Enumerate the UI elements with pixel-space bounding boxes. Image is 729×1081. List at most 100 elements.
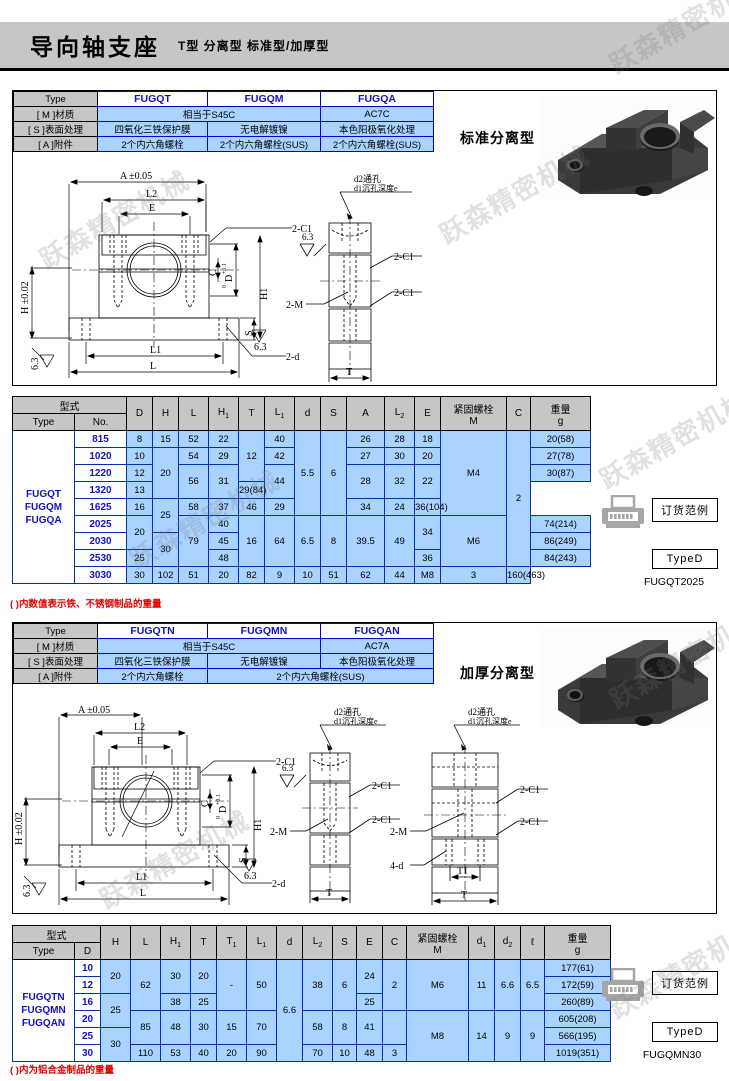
type-code: FUGQTN (97, 623, 208, 639)
label-hole-d1: d1沉孔深度e (334, 716, 378, 726)
cell-d: 9 (264, 566, 295, 584)
cell-T: 20 (208, 566, 239, 584)
cell-L2: 32 (384, 464, 415, 499)
col-S: S (332, 925, 357, 960)
cell-H1: 48 (160, 1010, 191, 1045)
col-l: ℓ (520, 925, 545, 960)
cell-L1: 40 (264, 430, 295, 448)
type-code: FUGQAN (320, 623, 434, 639)
dim-chamfer: 2-C1 (394, 252, 414, 263)
cell-D: 25 (126, 549, 153, 567)
col-bolt: 紧固螺栓 M (440, 396, 507, 431)
material-row-header: [ M ]材质 (13, 638, 98, 654)
cell-L1: 50 (246, 959, 277, 1011)
cell-C: 2 (506, 430, 531, 567)
cell-d1: 14 (468, 1010, 495, 1062)
col-S: S (320, 396, 347, 431)
cell-H: 30 (152, 532, 179, 567)
cell-L2: 34 (346, 498, 385, 516)
cell-E: 20 (414, 447, 441, 465)
cell-H1: 29 (208, 447, 239, 465)
material-value: AC7A (320, 638, 434, 654)
cell-H: 25 (100, 993, 131, 1028)
dim-d-upper: +0.1 (216, 794, 222, 805)
cell-H1: 37 (208, 498, 239, 516)
cell-L1: 64 (264, 515, 295, 567)
cell-no: 1220 (74, 464, 127, 482)
table-row: [ S ]表面处理 四氧化三铁保护膜 无电解镀镍 本色阳极氧化处理 (13, 121, 434, 137)
cell-H1: 38 (160, 993, 191, 1011)
cell-S: 6 (332, 959, 357, 1011)
cell-no: 1020 (74, 447, 127, 465)
cell-S: 10 (294, 566, 321, 584)
label-hole-d1: d1沉孔深度e (468, 716, 512, 726)
cell-L1: 46 (238, 498, 265, 516)
material-row-header: [ M ]材质 (13, 106, 98, 122)
dim-two-m: 2-M (270, 827, 287, 838)
col-no: No. (74, 413, 127, 431)
material-row-header: [ A ]附件 (13, 668, 98, 684)
product-photo-standard (540, 98, 715, 198)
cell-no: 1625 (74, 498, 127, 516)
cell-d: 6.6 (276, 959, 303, 1062)
table-row: Type FUGQT FUGQM FUGQA (13, 91, 434, 107)
cell-no: 3030 (74, 566, 127, 584)
page-subtitle: T型 分离型 标准型/加厚型 (178, 38, 330, 53)
cell-no: 2025 (74, 515, 127, 533)
roughness-mark: 6.3 (244, 871, 257, 882)
cell-L2: 38 (302, 959, 333, 1011)
material-row-header: [ S ]表面处理 (13, 653, 98, 669)
col-L: L (130, 925, 161, 960)
cell-no: 2030 (74, 532, 127, 550)
engineering-drawing-standard: A ±0.05 L2 E 2-C1 2-d L1 L H ±0.02 H1 D … (14, 170, 444, 385)
type-code: FUGQMN (207, 623, 321, 639)
material-table-standard: Type FUGQT FUGQM FUGQA [ M ]材质 相当于S45C A… (13, 91, 434, 152)
material-table-thick: Type FUGQTN FUGQMN FUGQAN [ M ]材质 相当于S45… (13, 623, 434, 684)
dim-two-d: 2-d (286, 352, 299, 363)
material-row-header: Type (13, 623, 98, 639)
table-row: [ A ]附件 2个内六角螺栓 2个内六角螺栓(SUS) 2个内六角螺栓(SUS… (13, 136, 434, 152)
col-weight: 重量 g (544, 925, 611, 960)
cell-weight: 29(84) (238, 481, 266, 499)
cell-bolt: M8 (406, 1010, 469, 1062)
col-T: T (190, 925, 217, 960)
cell-L1: 42 (264, 447, 295, 465)
table-row: [ A ]附件 2个内六角螺栓 2个内六角螺栓(SUS) (13, 668, 434, 684)
dim-two-m: 2-M (286, 300, 303, 311)
cell-weight: 74(214) (530, 515, 591, 533)
cell-L: 110 (130, 1044, 161, 1062)
cell-d2: 9 (494, 1010, 521, 1062)
col-H1: H1 (208, 396, 239, 431)
cell-no: 1320 (74, 481, 127, 499)
dim-t1: T1 (457, 866, 468, 877)
cell-l: 9 (520, 1010, 545, 1062)
type-code: FUGQT (97, 91, 208, 107)
footnote-standard: ( )内数值表示铁、不锈钢制品的重量 (10, 599, 162, 610)
spec-table-standard: 型式 D H L H1 T L1 d S A L2 E 紧固螺栓 M C 重量 g (12, 396, 591, 584)
col-D: D (74, 942, 101, 960)
cell-C: 3 (382, 1044, 407, 1062)
material-row-header: Type (13, 91, 98, 107)
dim-d: D (218, 806, 229, 813)
dim-a-tolerance: A ±0.05 (120, 171, 152, 182)
cell-D: 20 (74, 1010, 101, 1028)
cell-L1: 90 (246, 1044, 277, 1062)
table-row: [ M ]材质 相当于S45C AC7A (13, 638, 434, 654)
cell-bolt: M4 (440, 430, 507, 516)
cell-L2: 58 (302, 1010, 333, 1045)
dim-s: S (238, 857, 249, 863)
cell-d: 6.5 (294, 515, 321, 567)
cell-T1: 20 (216, 1044, 247, 1062)
cell-L1: 70 (246, 1010, 277, 1045)
cell-weight: 30(87) (530, 464, 591, 482)
surface-value: 无电解镀镍 (207, 653, 321, 669)
cell-H1: 48 (208, 549, 239, 567)
label-hole-d2: d2通孔 (468, 707, 495, 717)
ordering-example-code: FUGQMN30 (642, 1049, 702, 1061)
dim-s: S (244, 330, 255, 336)
cell-weight: 20(58) (530, 430, 591, 448)
cell-L2: 49 (384, 515, 415, 567)
cell-L: 62 (130, 959, 161, 1011)
surface-value: 四氧化三铁保护膜 (97, 121, 208, 137)
cell-E: 34 (414, 515, 441, 550)
